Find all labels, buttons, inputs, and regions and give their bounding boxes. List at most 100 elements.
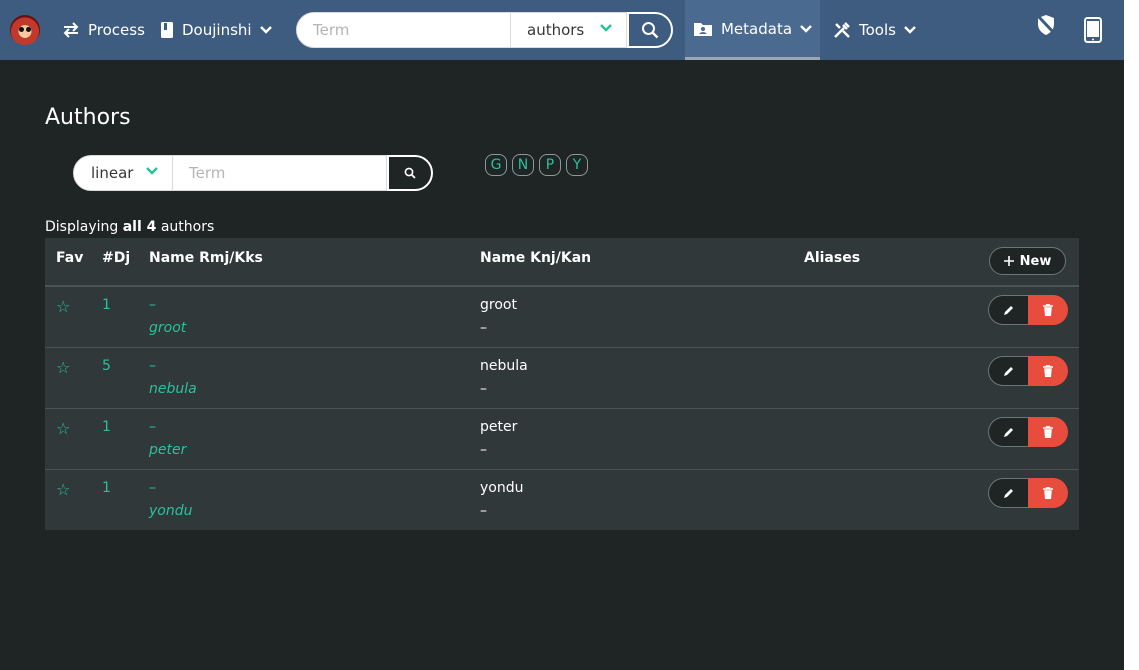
trash-icon	[1043, 426, 1053, 438]
logo-icon[interactable]	[10, 15, 40, 45]
name-kanji: groot	[480, 297, 517, 313]
chevron-down-icon	[800, 24, 812, 33]
row-actions	[988, 417, 1068, 447]
new-author-button[interactable]: New	[989, 247, 1066, 275]
chevron-down-icon	[600, 24, 612, 32]
letter-p-button[interactable]: P	[539, 154, 561, 176]
swap-icon	[63, 22, 79, 38]
trash-icon	[1043, 304, 1053, 316]
shield-off-icon[interactable]	[1036, 14, 1056, 36]
name-kana: –	[480, 320, 487, 336]
chevron-down-icon	[904, 26, 916, 34]
nav-tools[interactable]: Tools	[833, 0, 916, 60]
nav-search-input[interactable]: Term	[296, 12, 511, 48]
results-count: Displaying all 4 authors	[45, 219, 214, 235]
name-kakasi[interactable]: nebula	[149, 381, 197, 397]
name-kakasi[interactable]: yondu	[149, 503, 192, 519]
name-romaji[interactable]: –	[149, 358, 156, 374]
name-romaji[interactable]: –	[149, 480, 156, 496]
name-kanji: peter	[480, 419, 518, 435]
nav-process[interactable]: Process	[62, 0, 145, 60]
edit-button[interactable]	[988, 295, 1028, 325]
header-name-rmj[interactable]: Name Rmj/Kks	[149, 250, 263, 266]
filter-mode-select[interactable]: linear	[73, 155, 173, 191]
favorite-star-icon[interactable]: ☆	[56, 480, 70, 499]
results-count-suffix: authors	[156, 219, 215, 235]
filter-mode-value: linear	[91, 164, 134, 182]
nav-search-scope-value: authors	[527, 21, 585, 39]
trash-icon	[1043, 487, 1053, 499]
nav-metadata[interactable]: Metadata	[685, 0, 820, 60]
nav-tools-label: Tools	[859, 21, 896, 39]
new-author-label: New	[1019, 253, 1052, 269]
name-kanji: nebula	[480, 358, 528, 374]
results-count-prefix: Displaying	[45, 219, 123, 235]
trash-icon	[1043, 365, 1053, 377]
table-row: ☆ 1 – groot groot –	[45, 287, 1079, 348]
favorite-star-icon[interactable]: ☆	[56, 419, 70, 438]
delete-button[interactable]	[1028, 295, 1068, 325]
name-kanji: yondu	[480, 480, 524, 496]
chevron-down-icon	[259, 26, 272, 34]
doujinshi-count[interactable]: 1	[102, 419, 111, 435]
name-romaji[interactable]: –	[149, 297, 156, 313]
results-count-number: all 4	[122, 219, 157, 235]
header-name-knj[interactable]: Name Knj/Kan	[480, 250, 591, 266]
name-kana: –	[480, 503, 487, 519]
nav-search-scope-select[interactable]: authors	[511, 12, 627, 48]
name-kakasi[interactable]: peter	[149, 442, 186, 458]
plus-icon	[1003, 256, 1014, 266]
filter-term-input[interactable]: Term	[173, 155, 387, 191]
tools-icon	[834, 22, 850, 38]
favorite-star-icon[interactable]: ☆	[56, 297, 70, 316]
header-aliases: Aliases	[804, 250, 861, 266]
pencil-icon	[1003, 489, 1013, 498]
row-actions	[988, 295, 1068, 325]
letter-n-button[interactable]: N	[512, 154, 534, 176]
nav-doujinshi[interactable]: Doujinshi	[160, 0, 272, 60]
doujinshi-count[interactable]: 5	[102, 358, 111, 374]
filter-search-button[interactable]	[387, 155, 433, 191]
top-navbar: Process Doujinshi Term authors Metadata …	[0, 0, 1124, 60]
name-kana: –	[480, 381, 487, 397]
row-actions	[988, 356, 1068, 386]
delete-button[interactable]	[1028, 417, 1068, 447]
pencil-icon	[1003, 306, 1013, 315]
book-icon	[161, 22, 173, 38]
letter-g-button[interactable]: G	[485, 154, 507, 176]
delete-button[interactable]	[1028, 478, 1068, 508]
edit-button[interactable]	[988, 356, 1028, 386]
name-kana: –	[480, 442, 487, 458]
table-header: Fav #Dj Name Rmj/Kks Name Knj/Kan Aliase…	[45, 238, 1079, 287]
tablet-icon[interactable]	[1084, 17, 1102, 43]
page-scrollbar[interactable]	[1124, 0, 1139, 670]
edit-button[interactable]	[988, 417, 1028, 447]
nav-search-button[interactable]	[627, 12, 673, 48]
favorite-star-icon[interactable]: ☆	[56, 358, 70, 377]
row-actions	[988, 478, 1068, 508]
filter-term-placeholder: Term	[189, 164, 226, 182]
name-romaji[interactable]: –	[149, 419, 156, 435]
delete-button[interactable]	[1028, 356, 1068, 386]
name-kakasi[interactable]: groot	[149, 320, 186, 336]
header-dj[interactable]: #Dj	[102, 250, 130, 266]
table-row: ☆ 5 – nebula nebula –	[45, 348, 1079, 409]
nav-doujinshi-label: Doujinshi	[182, 21, 252, 39]
nav-search-group: Term authors	[296, 12, 673, 48]
table-row: ☆ 1 – peter peter –	[45, 409, 1079, 470]
letter-filter: G N P Y	[485, 154, 588, 176]
chevron-down-icon	[146, 167, 158, 175]
doujinshi-count[interactable]: 1	[102, 480, 111, 496]
nav-process-label: Process	[88, 21, 145, 39]
nav-search-placeholder: Term	[313, 21, 350, 39]
edit-button[interactable]	[988, 478, 1028, 508]
doujinshi-count[interactable]: 1	[102, 297, 111, 313]
header-fav[interactable]: Fav	[56, 250, 83, 266]
page-title: Authors	[45, 105, 131, 130]
search-icon	[642, 22, 659, 39]
table-row: ☆ 1 – yondu yondu –	[45, 470, 1079, 530]
letter-y-button[interactable]: Y	[566, 154, 588, 176]
search-icon	[404, 167, 416, 179]
folder-user-icon	[693, 22, 712, 36]
pencil-icon	[1003, 367, 1013, 376]
